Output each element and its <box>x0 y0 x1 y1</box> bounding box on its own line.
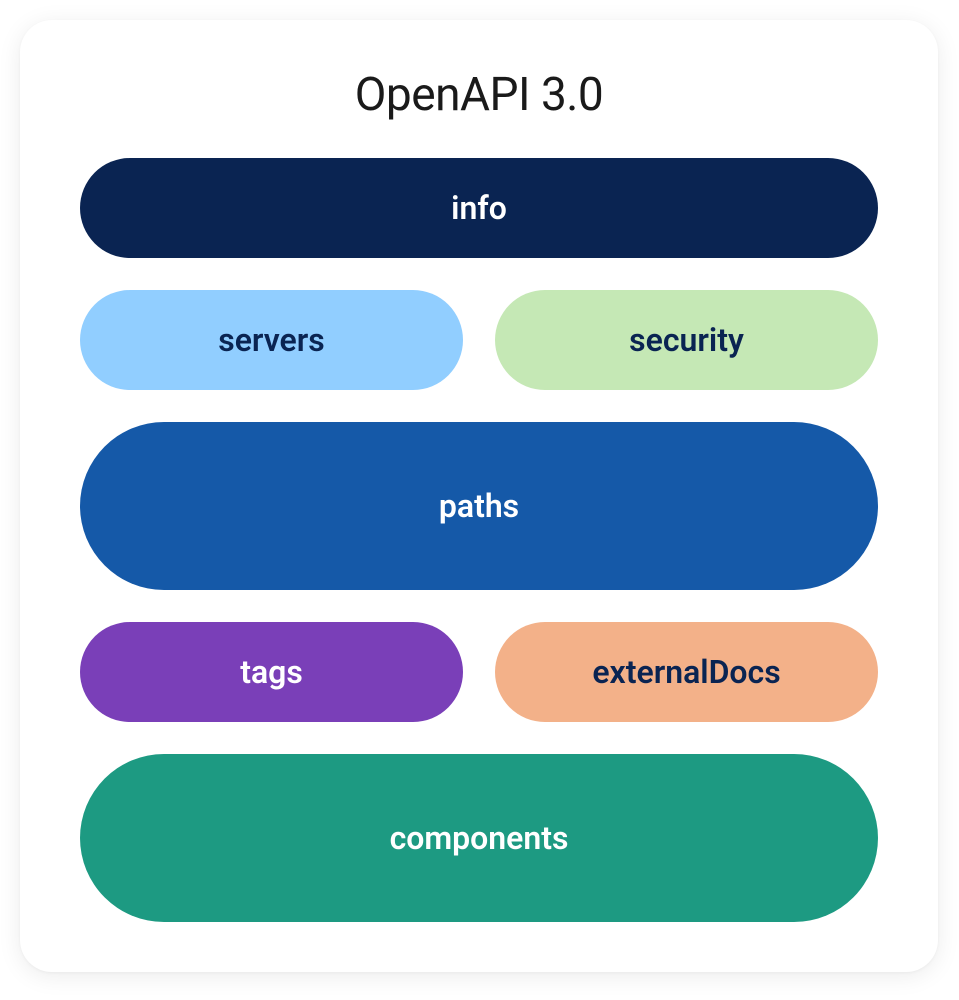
block-security: security <box>495 290 878 390</box>
row-paths: paths <box>80 422 878 590</box>
diagram-title: OpenAPI 3.0 <box>80 68 878 122</box>
diagram-rows: info servers security paths tags externa… <box>80 158 878 922</box>
block-servers: servers <box>80 290 463 390</box>
block-tags: tags <box>80 622 463 722</box>
block-components: components <box>80 754 878 922</box>
block-externaldocs-label: externalDocs <box>592 653 780 691</box>
block-paths: paths <box>80 422 878 590</box>
block-servers-label: servers <box>218 321 324 359</box>
row-info: info <box>80 158 878 258</box>
block-tags-label: tags <box>240 653 303 691</box>
row-tags-externaldocs: tags externalDocs <box>80 622 878 722</box>
row-servers-security: servers security <box>80 290 878 390</box>
block-externaldocs: externalDocs <box>495 622 878 722</box>
block-info-label: info <box>451 189 507 227</box>
block-info: info <box>80 158 878 258</box>
row-components: components <box>80 754 878 922</box>
block-security-label: security <box>629 321 744 359</box>
block-components-label: components <box>390 819 569 857</box>
block-paths-label: paths <box>439 487 519 525</box>
diagram-card: OpenAPI 3.0 info servers security paths … <box>20 20 938 972</box>
